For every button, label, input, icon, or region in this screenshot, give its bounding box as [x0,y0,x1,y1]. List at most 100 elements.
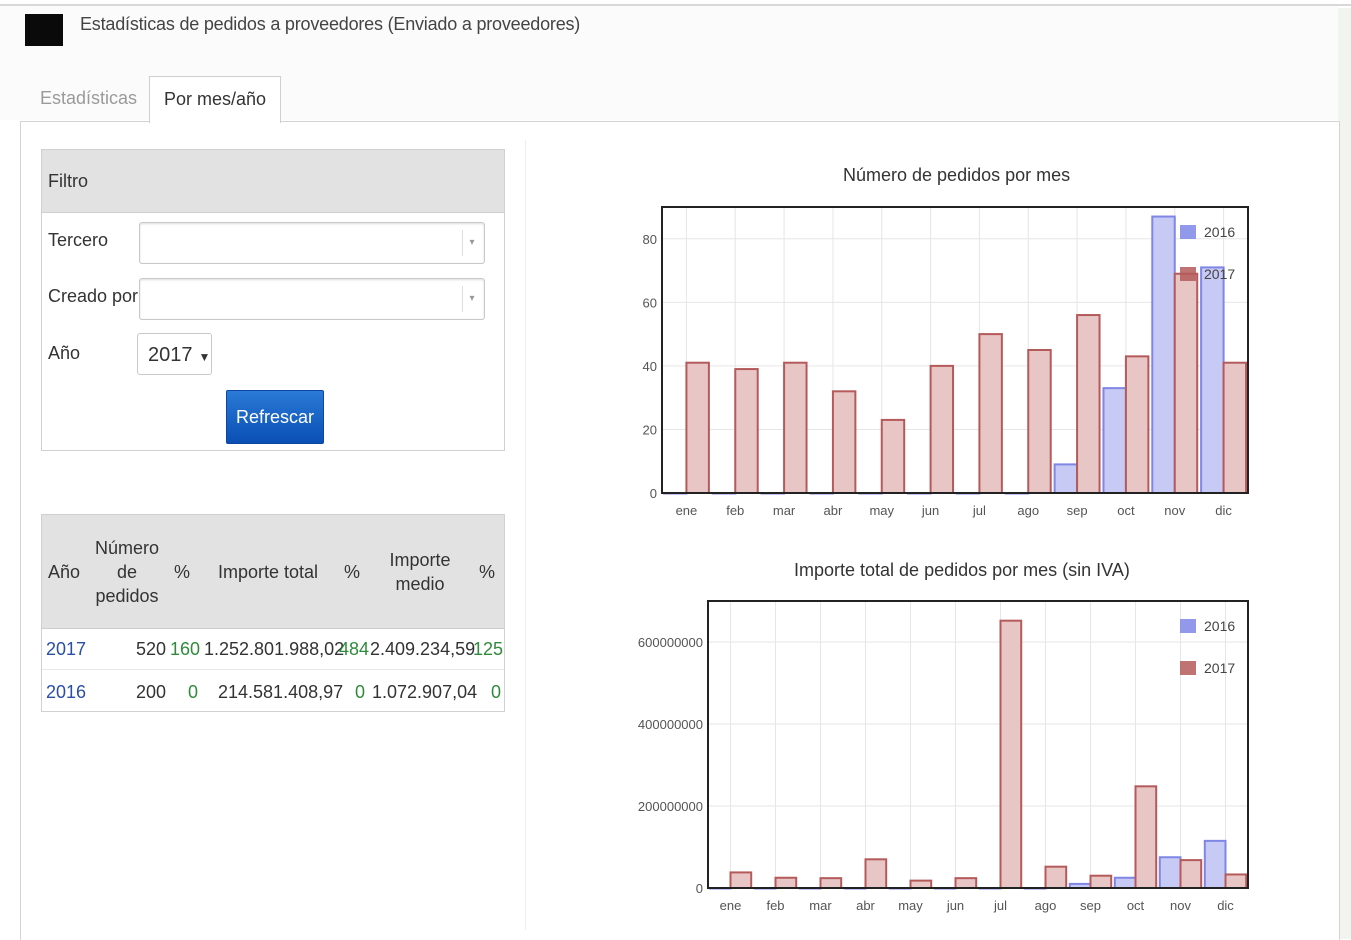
x-tick-label: mar [773,503,796,518]
x-tick-label: dic [1217,898,1234,913]
bar-2017-mar [819,877,843,890]
bar-2017-nov [1179,859,1203,889]
chart1-title: Número de pedidos por mes [843,165,1071,185]
x-tick-label: feb [766,898,784,913]
row-2017-total: 1.252.801.988,02 [204,639,345,659]
y-tick-label: 0 [650,486,657,501]
y-tick-label: 20 [643,422,657,437]
row-2016-num: 200 [136,682,167,702]
orders-per-month-chart: 0 20 40 60 80 ene feb mar abr may jun jul ago sep oct n… [643,206,1249,518]
header-importe-medio-b: medio [395,574,445,594]
y-tick-label: 400000000 [638,717,703,732]
header-pct-3: % [479,562,496,582]
x-tick-label: jun [921,503,939,518]
header-importe-medio-a: Importe [389,550,451,570]
row-2016-medio: 1.072.907,04 [372,682,478,702]
y-tick-label: 60 [643,295,657,310]
bar-2017-abr [831,390,857,494]
bar-2017-may [880,418,906,495]
bar-2017-sep [1089,874,1113,890]
x-tick-label: jul [993,898,1007,913]
chevron-down-icon[interactable]: ▾ [462,230,481,256]
y-tick-label: 40 [643,359,657,374]
bar-2016-oct [1102,387,1127,494]
x-tick-label: nov [1164,503,1185,518]
bar-2016-nov [1158,856,1182,889]
bar-2017-jul [999,619,1023,890]
tab-estadisticas[interactable]: Estadísticas [40,76,140,121]
refresh-button[interactable]: Refrescar [226,390,324,444]
plot-background [708,601,1248,888]
legend-swatch-2017 [1180,661,1196,675]
legend-label-2017: 2017 [1204,266,1235,282]
filter-title: Filtro [42,150,504,213]
chevron-down-icon[interactable]: ▾ [462,286,481,312]
header-pct-2: % [344,562,361,582]
bar-2017-feb [774,876,798,889]
anio-select[interactable]: 2017 ▼ [137,333,212,375]
anio-value: 2017 [148,344,193,366]
stats-table: Año Número de pedidos % Importe total % … [41,514,505,712]
x-tick-label: feb [726,503,744,518]
x-tick-label: abr [856,898,875,913]
x-tick-label: ene [676,503,698,518]
bar-2017-ene [685,361,710,494]
bar-2016-sep [1053,463,1079,494]
bar-2017-dic [1222,361,1248,494]
x-tick-label: abr [824,503,843,518]
bar-2017-oct [1124,355,1150,494]
anio-label: Año [48,343,81,363]
legend-label-2016: 2016 [1204,224,1235,240]
header-numero-b: de [116,562,138,582]
tercero-select[interactable]: ▾ [139,222,485,264]
amount-per-month-chart: 0 200000000 400000000 600000000 ene feb mar abr… [638,600,1249,913]
tab-por-mes-anio[interactable]: Por mes/año [149,76,281,123]
module-icon [25,14,63,46]
bar-2017-mar [783,361,808,494]
header-pct-1: % [174,562,191,582]
row-2016-total: 214.581.408,97 [218,682,344,702]
filter-panel: Filtro Tercero ▾ Creado por ▾ Año 2017 ▼ … [41,149,505,451]
legend-swatch-2016 [1180,619,1196,633]
bar-2017-jul [978,333,1003,494]
row-2017-pct1: 160 [170,639,201,659]
bar-2017-abr [864,858,888,889]
bar-2016-oct [1113,876,1137,889]
column-divider [525,140,526,930]
row-2016-pct3: 0 [491,682,502,702]
bar-2017-ago [1044,865,1068,889]
page-title: Estadísticas de pedidos a proveedores (E… [80,14,581,34]
header-anio: Año [48,562,81,582]
tercero-label: Tercero [48,230,109,250]
x-tick-label: sep [1067,503,1088,518]
row-2016-pct2: 0 [355,682,366,702]
legend-swatch-2016 [1180,225,1196,239]
x-tick-label: ago [1035,898,1057,913]
row-2017-pct3: 125 [473,639,504,659]
x-tick-label: ene [720,898,742,913]
y-tick-label: 0 [696,881,703,896]
x-tick-label: oct [1127,898,1145,913]
row-2017-num: 520 [136,639,167,659]
y-tick-label: 200000000 [638,799,703,814]
header-numero-c: pedidos [95,586,159,606]
x-tick-label: ago [1017,503,1039,518]
creado-por-select[interactable]: ▾ [139,278,485,320]
chart2-title: Importe total de pedidos por mes (sin IV… [794,560,1130,580]
x-tick-label: mar [809,898,832,913]
legend-label-2016: 2016 [1204,618,1235,634]
legend-swatch-2017 [1180,267,1196,281]
y-tick-label: 600000000 [638,635,703,650]
row-2016-anio[interactable]: 2016 [46,680,86,704]
x-tick-label: nov [1170,898,1191,913]
legend-label-2017: 2017 [1204,660,1235,676]
x-tick-label: may [869,503,894,518]
row-2017-anio[interactable]: 2017 [46,637,86,661]
caret-down-icon: ▼ [198,350,211,364]
bar-2017-ene [729,871,753,890]
bar-2017-may [909,879,933,889]
bar-2016-nov [1151,215,1176,495]
row-2017-medio: 2.409.234,59 [370,639,476,659]
x-tick-label: jun [946,898,964,913]
row-divider [42,669,504,670]
